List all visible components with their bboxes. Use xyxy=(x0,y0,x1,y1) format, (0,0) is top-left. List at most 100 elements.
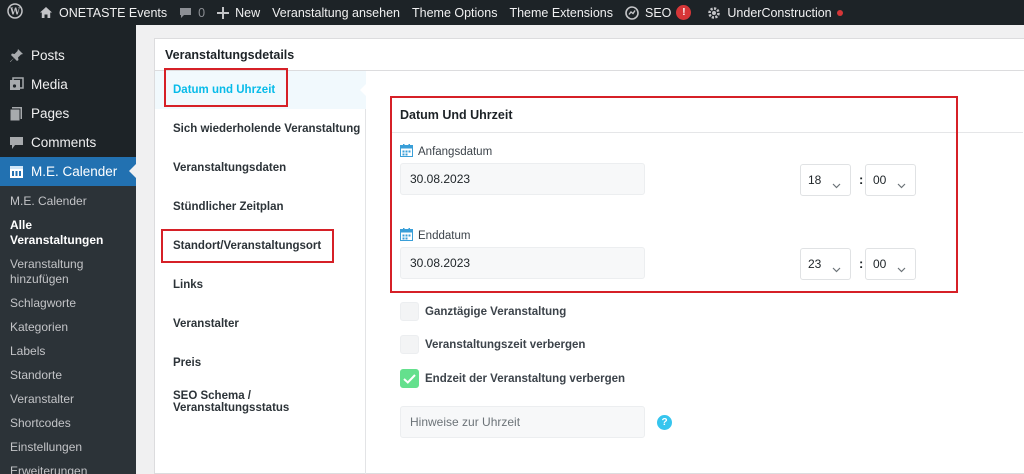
tab-links[interactable]: Links xyxy=(155,266,366,304)
end-date-label-text: Enddatum xyxy=(418,230,471,242)
calendar-small-icon xyxy=(400,144,418,160)
end-hour-select[interactable]: 23 xyxy=(800,248,851,280)
end-date-label: Enddatum xyxy=(400,228,470,244)
submenu-item-locations[interactable]: Standorte xyxy=(0,368,136,383)
checkmark-icon xyxy=(403,373,416,384)
end-hour-value: 23 xyxy=(808,257,822,271)
seo-menu[interactable]: SEO ! xyxy=(619,0,697,25)
theme-extensions-link[interactable]: Theme Extensions xyxy=(503,0,619,25)
chevron-down-icon xyxy=(832,262,841,276)
sidebar-item-posts[interactable]: Posts xyxy=(0,41,136,70)
end-minute-select[interactable]: 00 xyxy=(865,248,916,280)
hide-end-time-label: Endzeit der Veranstaltung verbergen xyxy=(425,372,626,385)
end-minute-value: 00 xyxy=(873,257,887,271)
tab-location[interactable]: Standort/Veranstaltungsort xyxy=(155,227,366,265)
tab-hourly-schedule[interactable]: Stündlicher Zeitplan xyxy=(155,188,366,226)
wordpress-logo-icon: W xyxy=(7,3,23,22)
plus-icon xyxy=(217,6,230,19)
start-hour-value: 18 xyxy=(808,173,822,187)
hide-time-label: Veranstaltungszeit verbergen xyxy=(425,338,586,351)
tab-recurring-event[interactable]: Sich wiederholende Veranstaltung xyxy=(155,110,366,148)
home-icon xyxy=(39,6,53,19)
new-label: New xyxy=(235,5,261,20)
section-title: Datum Und Uhrzeit xyxy=(390,103,1023,133)
start-minute-select[interactable]: 00 xyxy=(865,164,916,196)
time-separator: : xyxy=(859,172,864,187)
calendar-icon xyxy=(8,164,24,180)
comment-bubble-icon xyxy=(179,7,192,19)
start-date-label-text: Anfangsdatum xyxy=(418,146,493,158)
site-name-label: ONETASTE Events xyxy=(59,5,168,20)
site-name-link[interactable]: ONETASTE Events xyxy=(33,0,173,25)
hide-end-time-checkbox-row[interactable]: Endzeit der Veranstaltung verbergen xyxy=(400,369,625,388)
gear-icon xyxy=(707,6,721,20)
end-date-input[interactable]: 30.08.2023 xyxy=(400,247,645,279)
theme-options-link[interactable]: Theme Options xyxy=(406,0,503,25)
admin-bar: W ONETASTE Events 0 New Veranstaltung an… xyxy=(0,0,1024,25)
view-event-link[interactable]: Veranstaltung ansehen xyxy=(266,0,406,25)
under-construction-link[interactable]: UnderConstruction xyxy=(701,0,848,25)
sidebar-item-media[interactable]: Media xyxy=(0,70,136,99)
submenu-item-me-calender[interactable]: M.E. Calender xyxy=(0,194,136,209)
admin-sidebar: Posts Media Pages Comments M.E. Calender… xyxy=(0,25,136,474)
submenu-item-organizers[interactable]: Veranstalter xyxy=(0,392,136,407)
sidebar-item-pages[interactable]: Pages xyxy=(0,99,136,128)
chevron-down-icon xyxy=(897,178,906,192)
hide-end-time-checkbox[interactable] xyxy=(400,369,419,388)
wordpress-logo-button[interactable]: W xyxy=(0,0,29,25)
pages-icon xyxy=(8,106,24,122)
time-hint-input[interactable]: Hinweise zur Uhrzeit xyxy=(400,406,645,438)
submenu-item-add-event[interactable]: Veranstaltung hinzufügen xyxy=(0,257,110,287)
submenu-item-shortcodes[interactable]: Shortcodes xyxy=(0,416,136,431)
view-event-label: Veranstaltung ansehen xyxy=(272,5,400,20)
sidebar-item-label: Media xyxy=(31,77,68,92)
start-date-label: Anfangsdatum xyxy=(400,144,492,160)
tab-organizer[interactable]: Veranstalter xyxy=(155,305,366,343)
submenu-item-extensions[interactable]: Erweiterungen xyxy=(0,464,136,474)
submenu-item-categories[interactable]: Kategorien xyxy=(0,320,136,335)
submenu-item-settings[interactable]: Einstellungen xyxy=(0,440,136,455)
sidebar-item-label: Comments xyxy=(31,135,97,150)
tab-price[interactable]: Preis xyxy=(155,344,366,382)
sidebar-item-me-calender[interactable]: M.E. Calender xyxy=(0,157,136,186)
theme-extensions-label: Theme Extensions xyxy=(509,5,613,20)
sidebar-item-label: Pages xyxy=(31,106,70,121)
all-day-checkbox-row[interactable]: Ganztägige Veranstaltung xyxy=(400,302,566,321)
seo-label: SEO xyxy=(645,5,672,20)
help-icon[interactable]: ? xyxy=(657,415,672,430)
chevron-down-icon xyxy=(832,178,841,192)
sidebar-item-comments[interactable]: Comments xyxy=(0,128,136,157)
start-hour-select[interactable]: 18 xyxy=(800,164,851,196)
all-day-label: Ganztägige Veranstaltung xyxy=(425,305,567,318)
submenu-item-tags[interactable]: Schlagworte xyxy=(0,296,136,311)
start-minute-value: 00 xyxy=(873,173,887,187)
hide-time-checkbox-row[interactable]: Veranstaltungszeit verbergen xyxy=(400,335,585,354)
calendar-small-icon xyxy=(400,228,418,244)
sidebar-item-label: M.E. Calender xyxy=(31,164,118,179)
comments-link[interactable]: 0 xyxy=(173,0,211,25)
hide-time-checkbox[interactable] xyxy=(400,335,419,354)
new-content-link[interactable]: New xyxy=(211,0,266,25)
submenu-item-labels[interactable]: Labels xyxy=(0,344,136,359)
comments-icon xyxy=(8,135,24,151)
all-day-checkbox[interactable] xyxy=(400,302,419,321)
seo-alert-badge: ! xyxy=(676,5,692,20)
time-separator: : xyxy=(859,256,864,271)
tab-seo-schema[interactable]: SEO Schema / Veranstaltungsstatus xyxy=(155,383,366,421)
start-date-input[interactable]: 30.08.2023 xyxy=(400,163,645,195)
sidebar-item-label: Posts xyxy=(31,48,65,63)
details-tab-list: Datum und Uhrzeit Sich wiederholende Ver… xyxy=(155,71,367,474)
date-time-content: Datum Und Uhrzeit Anfangsdatum 30.08.202… xyxy=(367,71,1024,473)
svg-text:W: W xyxy=(9,8,21,18)
media-icon xyxy=(8,77,24,93)
seo-icon xyxy=(625,5,639,20)
tab-date-time[interactable]: Datum und Uhrzeit xyxy=(155,71,367,109)
panel-title: Veranstaltungsdetails xyxy=(155,39,1024,71)
pin-icon xyxy=(8,48,24,64)
event-details-panel: Veranstaltungsdetails Datum und Uhrzeit … xyxy=(154,38,1024,474)
under-construction-label: UnderConstruction xyxy=(727,5,832,20)
submenu-item-all-events[interactable]: Alle Veranstaltungen xyxy=(0,218,136,248)
calendar-submenu: M.E. Calender Alle Veranstaltungen Veran… xyxy=(0,186,136,474)
tab-event-data[interactable]: Veranstaltungsdaten xyxy=(155,149,366,187)
comments-count: 0 xyxy=(198,5,206,20)
